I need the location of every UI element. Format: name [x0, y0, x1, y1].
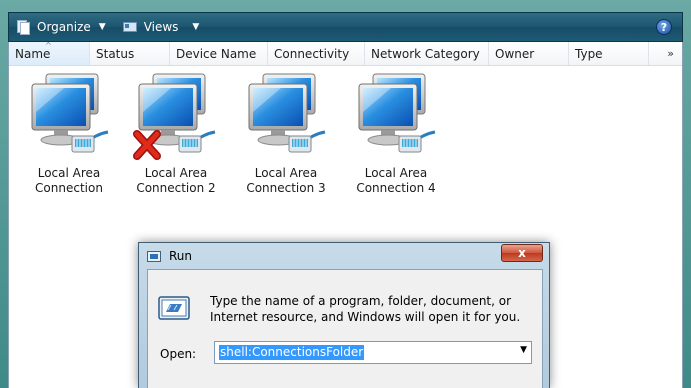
network-connection-icon [248, 73, 326, 153]
dropdown-arrow-icon[interactable]: ▼ [520, 345, 527, 355]
list-item[interactable]: Local Area Connection 2 [121, 72, 231, 196]
run-title-bar[interactable]: Run [139, 243, 549, 269]
column-connectivity[interactable]: Connectivity [268, 42, 365, 65]
network-connection-icon [133, 73, 216, 160]
close-button[interactable]: x [501, 244, 543, 262]
connection-label: Local Area Connection 4 [356, 166, 436, 195]
column-status[interactable]: Status [90, 42, 170, 65]
list-item[interactable]: Local Area Connection 3 [231, 72, 341, 196]
views-icon [122, 19, 138, 35]
network-connection-icon [358, 73, 436, 153]
more-columns-icon[interactable]: » [667, 47, 674, 60]
column-name[interactable]: ^ Name [9, 41, 90, 65]
run-instructions: Type the name of a program, folder, docu… [210, 294, 521, 324]
organize-button[interactable]: Organize ▼ [9, 13, 112, 41]
list-item[interactable]: Local Area Connection 4 [341, 72, 451, 196]
network-connection-icon [31, 73, 109, 153]
chevron-down-icon: ▼ [192, 22, 200, 32]
column-type[interactable]: Type [569, 42, 649, 65]
command-bar: Organize ▼ Views ▼ ? [8, 12, 683, 42]
open-label: Open: [160, 347, 197, 361]
disabled-x-icon [133, 130, 161, 160]
chevron-down-icon: ▼ [98, 22, 106, 32]
open-input-value[interactable]: shell:ConnectionsFolder [219, 345, 365, 360]
help-icon[interactable]: ? [656, 19, 672, 35]
sort-ascending-icon: ^ [45, 41, 52, 50]
open-combobox[interactable]: shell:ConnectionsFolder ▼ [214, 341, 532, 364]
views-button[interactable]: Views ▼ [116, 13, 206, 41]
run-dialog-body: Type the name of a program, folder, docu… [147, 269, 543, 388]
connection-icons: Local Area Connection Local Area Connect… [9, 66, 682, 236]
list-item[interactable]: Local Area Connection [14, 72, 124, 196]
connection-label: Local Area Connection 2 [136, 166, 216, 195]
connection-label: Local Area Connection 3 [246, 166, 326, 195]
run-window-icon [147, 250, 161, 262]
column-network-category[interactable]: Network Category [365, 42, 489, 65]
organize-label: Organize [37, 20, 91, 34]
run-dialog: Run x Type the name of a program, folder… [138, 242, 550, 388]
run-program-icon [158, 296, 190, 320]
organize-icon [15, 19, 31, 35]
column-owner[interactable]: Owner [489, 42, 569, 65]
views-label: Views [143, 20, 179, 34]
column-header-row: ^ Name Status Device Name Connectivity N… [9, 41, 682, 66]
run-title: Run [169, 249, 193, 263]
column-device-name[interactable]: Device Name [170, 42, 268, 65]
connection-label: Local Area Connection [35, 166, 103, 195]
